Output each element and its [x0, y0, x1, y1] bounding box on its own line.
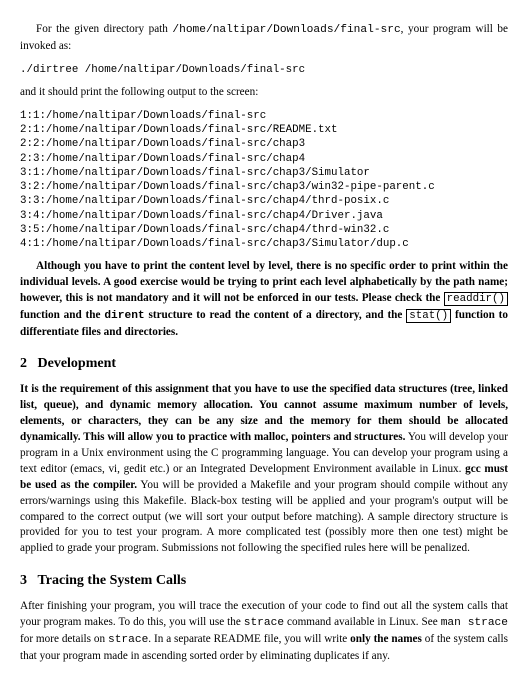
s3-text3: for more details on — [20, 633, 108, 645]
s3-bold1: only the names — [350, 633, 422, 645]
section-2-heading: 2 Development — [20, 354, 508, 374]
section-3-num: 3 — [20, 573, 27, 588]
s3-mono1: strace — [244, 617, 284, 629]
section-2-num: 2 — [20, 356, 27, 371]
section-3-heading: 3 Tracing the System Calls — [20, 571, 508, 591]
intro-line2: and it should print the following output… — [20, 85, 508, 101]
p1-mono1: dirent — [104, 310, 144, 322]
p1-bold1: Although you have to print the content l… — [20, 260, 508, 304]
readdir-box: readdir() — [444, 292, 508, 306]
section-2-title: Development — [38, 356, 117, 371]
s3-text4: . In a separate README file, you will wr… — [148, 633, 350, 645]
intro-path: /home/naltipar/Downloads/final-src — [172, 24, 400, 36]
section-2-paragraph: It is the requirement of this assignment… — [20, 382, 508, 557]
p1-bold2: function and the — [20, 309, 104, 321]
output-block: 1:1:/home/naltipar/Downloads/final-src 2… — [20, 109, 508, 252]
s3-mono3: strace — [108, 634, 148, 646]
intro-line1: For the given directory path /home/nalti… — [20, 22, 508, 55]
s3-mono2: man strace — [441, 617, 508, 629]
stat-box: stat() — [406, 309, 451, 323]
s3-text2: command available in Linux. See — [284, 616, 441, 628]
intro-pre: For the given directory path — [36, 23, 172, 35]
invoke-command: ./dirtree /home/naltipar/Downloads/final… — [20, 63, 508, 77]
section-3-title: Tracing the System Calls — [38, 573, 187, 588]
paragraph-1: Although you have to print the content l… — [20, 259, 508, 340]
p1-bold3: structure to read the content of a direc… — [145, 309, 407, 321]
